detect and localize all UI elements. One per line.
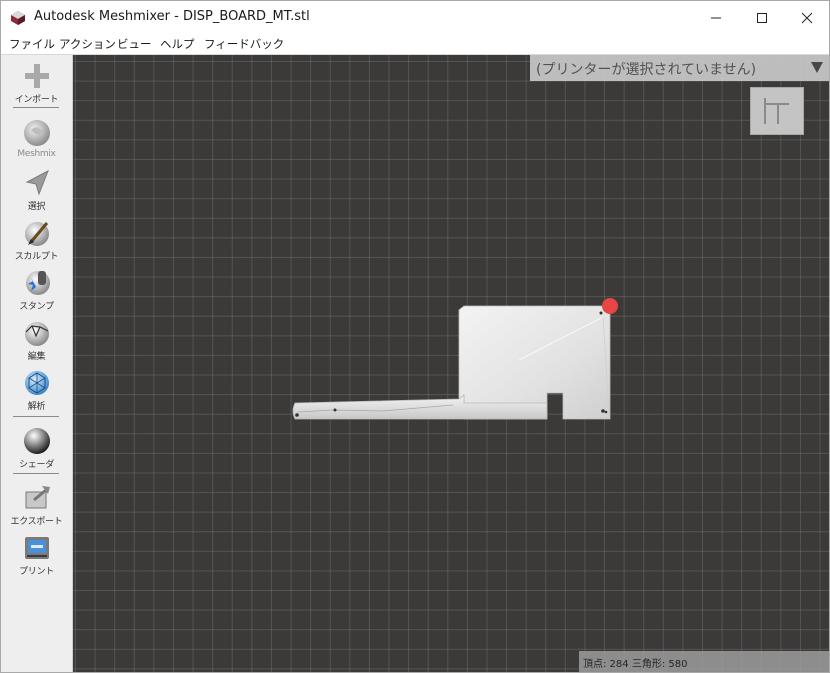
selection-marker[interactable] (602, 298, 618, 314)
select-arrow-icon (25, 169, 49, 196)
tool-export[interactable]: エクスポート (1, 483, 72, 527)
shader-sphere-icon (23, 428, 50, 454)
maximize-button[interactable] (739, 1, 785, 34)
dropdown-arrow-icon (811, 62, 823, 73)
stamp-icon (25, 271, 50, 295)
tool-print-label: プリント (19, 567, 54, 577)
mesh-stats: 頂点: 284 三角形: 580 (583, 659, 688, 670)
3d-viewport[interactable]: (プリンターが選択されていません) 頂点: 284 三角形: 580 (73, 55, 829, 672)
menu-actions[interactable]: アクション (59, 36, 116, 52)
plus-icon (24, 64, 49, 88)
tool-stamp-label: スタンプ (19, 302, 54, 312)
menu-view[interactable]: ビュー (117, 36, 152, 52)
tool-meshmix[interactable]: Meshmix (1, 118, 72, 159)
menu-file[interactable]: ファイル (9, 36, 55, 52)
status-bar: 頂点: 284 三角形: 580 (579, 651, 829, 672)
tool-export-label: エクスポート (10, 517, 63, 527)
sidebar-divider (13, 473, 59, 474)
tool-sculpt-label: スカルプト (14, 252, 59, 262)
title-bar: Autodesk Meshmixer - DISP_BOARD_MT.stl (1, 1, 829, 34)
sidebar-divider (13, 416, 59, 417)
printer-selector[interactable]: (プリンターが選択されていません) (530, 55, 829, 81)
meshmixer-logo-icon (11, 11, 25, 25)
menu-feedback[interactable]: フィードバック (204, 36, 284, 52)
tool-shader[interactable]: シェーダ (1, 426, 72, 470)
tool-shader-label: シェーダ (19, 460, 54, 470)
sidebar-divider (13, 107, 59, 108)
view-cube-icon (764, 98, 789, 124)
tool-sculpt[interactable]: スカルプト (1, 218, 72, 262)
tool-sidebar: インポート Meshmix 選択 スカルプト スタンプ 編集 解析 シェーダ エ… (1, 55, 73, 672)
tool-analysis-label: 解析 (27, 402, 46, 412)
close-icon (801, 12, 813, 23)
view-cube[interactable] (750, 87, 804, 135)
close-button[interactable] (784, 1, 829, 34)
minimize-button[interactable] (693, 1, 739, 34)
edit-icon (24, 322, 49, 346)
tool-meshmix-label: Meshmix (17, 149, 56, 159)
tool-select[interactable]: 選択 (1, 168, 72, 212)
meshmix-icon (23, 120, 50, 146)
sculpt-brush-icon (24, 222, 49, 246)
menu-bar: ファイル アクション ビュー ヘルプ フィードバック (1, 34, 829, 55)
tool-print[interactable]: プリント (1, 533, 72, 577)
tool-import-label: インポート (14, 95, 59, 105)
print-icon (24, 537, 49, 559)
export-icon (25, 486, 50, 509)
printer-selector-label: (プリンターが選択されていません) (536, 62, 757, 78)
tool-edit-label: 編集 (27, 352, 46, 362)
app-window: Autodesk Meshmixer - DISP_BOARD_MT.stl フ… (0, 0, 830, 673)
mesh-model[interactable] (73, 55, 829, 672)
menu-help[interactable]: ヘルプ (160, 36, 195, 52)
tool-import[interactable]: インポート (1, 61, 72, 105)
tool-edit[interactable]: 編集 (1, 318, 72, 362)
tool-stamp[interactable]: スタンプ (1, 268, 72, 312)
analysis-icon (24, 371, 49, 395)
maximize-icon (757, 12, 767, 23)
window-title: Autodesk Meshmixer - DISP_BOARD_MT.stl (34, 9, 310, 24)
minimize-icon (711, 17, 721, 18)
tool-select-label: 選択 (27, 202, 46, 212)
tool-analysis[interactable]: 解析 (1, 368, 72, 412)
